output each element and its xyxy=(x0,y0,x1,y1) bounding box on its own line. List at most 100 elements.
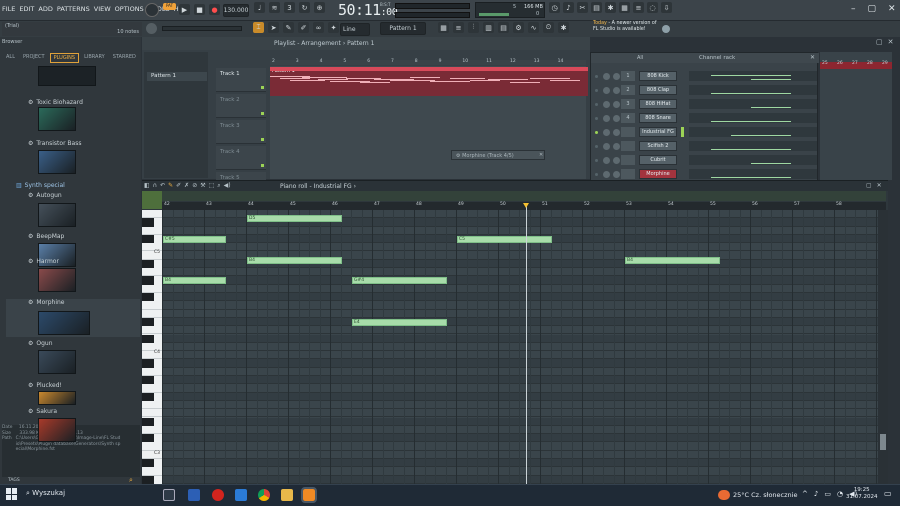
mixer2-icon[interactable]: ⫶ xyxy=(468,22,479,33)
black-key[interactable] xyxy=(142,276,154,285)
opera-icon[interactable] xyxy=(212,489,224,501)
chrome-icon[interactable] xyxy=(258,489,270,501)
master-pitch-knob[interactable] xyxy=(146,23,157,34)
channel-number[interactable] xyxy=(621,141,635,151)
menu-item[interactable]: VIEW xyxy=(94,5,111,13)
mute-led[interactable] xyxy=(595,75,598,78)
battery-icon[interactable]: ▭ xyxy=(824,490,831,498)
browser-item[interactable]: ⚙ Plucked! xyxy=(28,382,62,389)
white-key[interactable] xyxy=(142,368,162,376)
news-panel[interactable]: Today - A newer version of FL Studio is … xyxy=(593,21,661,36)
white-key[interactable] xyxy=(142,285,162,293)
channel-button[interactable]: 808 Snare xyxy=(639,113,677,123)
black-key[interactable] xyxy=(142,392,154,401)
pattern-clip[interactable]: Pattern 1 xyxy=(270,67,588,96)
pan-knob[interactable] xyxy=(603,115,610,122)
white-key[interactable] xyxy=(142,384,162,393)
record-icon[interactable]: ● xyxy=(209,4,220,15)
mute-led[interactable] xyxy=(595,159,598,162)
volume-knob[interactable] xyxy=(613,115,620,122)
playlist-icon[interactable]: ▦ xyxy=(438,22,449,33)
channel-filter[interactable]: All xyxy=(637,55,643,61)
volume-knob[interactable] xyxy=(613,171,620,178)
pan-knob[interactable] xyxy=(603,171,610,178)
pianoroll-icon[interactable]: ▥ xyxy=(483,22,494,33)
close-icon[interactable]: ✕ xyxy=(877,182,882,189)
white-key[interactable] xyxy=(142,467,162,476)
mute-led[interactable] xyxy=(595,173,598,176)
close-icon[interactable]: ✕ xyxy=(810,54,815,61)
playlist-timeline[interactable]: 2 3 4 5 6 7 8 9 10 11 12 13 14 xyxy=(270,59,586,65)
chevron-up-icon[interactable]: ^ xyxy=(802,490,808,498)
close-icon[interactable]: ✕ xyxy=(888,38,894,46)
plugin2-icon[interactable]: ⚙ xyxy=(513,22,524,33)
browser-item[interactable]: ⚙ BeepMap xyxy=(28,233,64,240)
black-key[interactable] xyxy=(142,475,154,484)
white-key[interactable] xyxy=(142,426,162,435)
menu-item[interactable]: OPTIONS xyxy=(115,5,144,13)
step-icon[interactable]: ⊕ xyxy=(314,2,325,13)
volume-knob[interactable] xyxy=(613,101,620,108)
menu-item[interactable]: EDIT xyxy=(19,5,34,13)
mute-icon[interactable]: ⊘ xyxy=(192,182,197,190)
channel-icon[interactable]: ≡ xyxy=(453,22,464,33)
white-key[interactable] xyxy=(142,268,162,277)
white-key[interactable] xyxy=(142,310,162,318)
mic-icon[interactable]: ♪ xyxy=(814,490,818,498)
pan-knob[interactable] xyxy=(603,129,610,136)
channel-button[interactable]: 808 Clap xyxy=(639,85,677,95)
channel-number[interactable]: 3 xyxy=(621,99,635,109)
browser-item[interactable]: ▥ Synth special xyxy=(16,182,65,189)
midi-note[interactable]: B4 xyxy=(247,256,342,264)
channel-button[interactable]: Scifish 2 xyxy=(639,141,677,151)
midi-note[interactable]: D5 xyxy=(247,215,342,223)
volume-knob[interactable] xyxy=(613,157,620,164)
menu-item[interactable]: FILE xyxy=(2,5,15,13)
channel-row[interactable]: 4 808 Snare xyxy=(591,113,819,125)
tempo-icon[interactable]: ⏲ xyxy=(543,22,554,33)
master-volume-track[interactable] xyxy=(162,26,242,31)
search-icon[interactable]: ⌕ xyxy=(129,476,139,484)
snap-magnet-icon[interactable]: ⌶ xyxy=(253,22,264,33)
task-view-icon[interactable] xyxy=(163,489,175,501)
black-key[interactable] xyxy=(142,359,154,368)
browser-item[interactable]: ⚙ Sakura xyxy=(28,408,57,415)
pencil-icon[interactable]: ✎ xyxy=(168,182,173,190)
export-icon[interactable]: ⇩ xyxy=(661,2,672,13)
black-key[interactable] xyxy=(142,434,154,443)
undo-icon[interactable]: ↶ xyxy=(160,182,165,190)
chat-icon[interactable]: ◌ xyxy=(647,2,658,13)
browser-icon[interactable]: ▦ xyxy=(619,2,630,13)
pat-song-switch[interactable]: PAT xyxy=(163,3,176,10)
browser-item[interactable]: ⚙ Morphine xyxy=(28,299,64,306)
volume-knob[interactable] xyxy=(613,129,620,136)
mute-led[interactable] xyxy=(595,103,598,106)
channel-button[interactable]: 808 Kick xyxy=(639,71,677,81)
weather-text[interactable]: 25°C Cz. słonecznie xyxy=(733,491,797,499)
play-icon[interactable]: ▶ xyxy=(179,4,190,15)
pattern-song-toggle[interactable] xyxy=(145,3,159,17)
pan-knob[interactable] xyxy=(603,101,610,108)
link-icon[interactable]: ∞ xyxy=(313,22,324,33)
white-key[interactable] xyxy=(142,409,162,418)
channel-row[interactable]: 2 808 Clap xyxy=(591,85,819,97)
playlist-track-header[interactable]: Track 1 xyxy=(216,68,266,92)
restore-icon[interactable]: ▢ xyxy=(866,182,872,189)
paint-icon[interactable]: ✐ xyxy=(298,22,309,33)
mixer-icon[interactable]: ≡ xyxy=(633,2,644,13)
loop-icon[interactable]: ↻ xyxy=(299,2,310,13)
mute-led[interactable] xyxy=(595,89,598,92)
black-key[interactable] xyxy=(142,459,154,468)
windows-start-icon[interactable] xyxy=(6,488,18,500)
brush-icon[interactable]: ✐ xyxy=(176,182,181,190)
menu-item[interactable]: ADD xyxy=(38,5,52,13)
windows-store-icon[interactable] xyxy=(188,489,200,501)
piano-keyboard[interactable]: C5 C4 C3 xyxy=(142,210,162,485)
note-grid[interactable]: C#5B4D5B4G#4E4D#5C5B4 xyxy=(162,210,878,485)
black-key[interactable] xyxy=(142,234,154,244)
fl-studio-icon[interactable] xyxy=(301,487,317,503)
track-led[interactable] xyxy=(261,164,264,167)
clock-icon[interactable]: ◷ xyxy=(549,2,560,13)
mute-led[interactable] xyxy=(595,117,598,120)
channel-row[interactable]: 3 808 HiHat xyxy=(591,99,819,111)
